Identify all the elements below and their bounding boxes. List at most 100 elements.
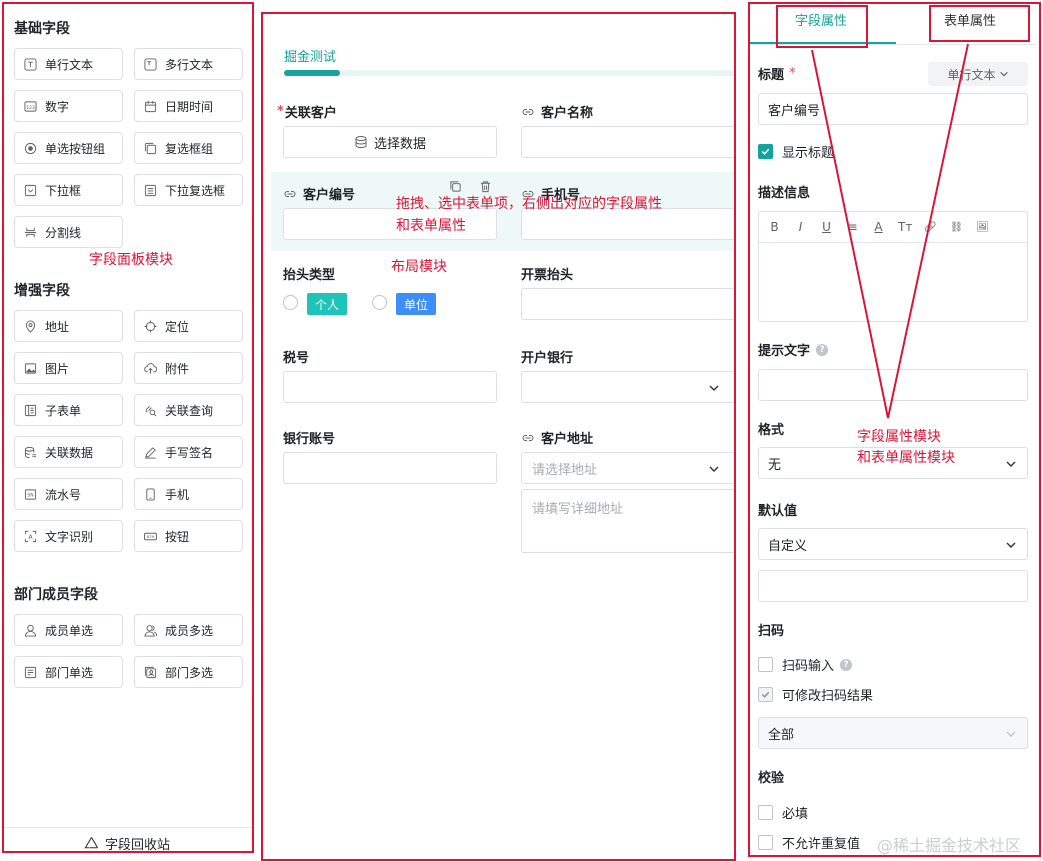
label-text: 关联客户 xyxy=(284,106,337,121)
default-value-select[interactable]: 自定义 xyxy=(758,528,1028,560)
field-dropdown[interactable]: 下拉框 xyxy=(14,174,123,206)
field-label: 下拉复选框 xyxy=(165,183,226,198)
recycle-icon xyxy=(84,837,99,849)
font-color-icon[interactable]: A xyxy=(872,220,885,234)
field-label: 部门单选 xyxy=(45,665,94,680)
field-multi-line-text[interactable]: 多行文本 xyxy=(134,48,243,80)
field-subform[interactable]: 子表单 xyxy=(14,394,123,426)
field-number[interactable]: 123 数字 xyxy=(14,90,123,122)
address-region-select[interactable]: 请选择地址 xyxy=(521,452,736,484)
tab-form-properties[interactable]: 表单属性 xyxy=(944,10,996,29)
field-customer-no-label: 客户编号 xyxy=(283,184,355,203)
checkbox-checked-disabled xyxy=(758,687,773,702)
radio-unit[interactable] xyxy=(372,295,387,310)
field-link-query[interactable]: 关联查询 xyxy=(134,394,243,426)
scan-prop-label: 扫码 xyxy=(758,624,785,639)
bank-select[interactable] xyxy=(521,371,736,403)
field-label: 分割线 xyxy=(45,225,82,240)
scan-modify-checkbox[interactable]: 可修改扫码结果 xyxy=(758,685,873,704)
enhanced-fields-title: 增强字段 xyxy=(14,283,70,299)
description-rich-text-editor[interactable]: B I U ≡ A Tт 🔗 ⛓ 🖼 xyxy=(758,211,1028,322)
field-bank-account-label: 银行账号 xyxy=(283,428,335,447)
unlink-icon[interactable]: ⛓ xyxy=(950,222,963,233)
field-label: 附件 xyxy=(165,361,190,376)
drag-hint-annotation: 拖拽、选中表单项，右侧出对应的字段属性 和表单属性 xyxy=(396,196,662,234)
scrollbar[interactable] xyxy=(1037,0,1042,861)
strikethrough-icon[interactable]: ≡ xyxy=(846,220,859,234)
editor-toolbar: B I U ≡ A Tт 🔗 ⛓ 🖼 xyxy=(759,212,1027,243)
field-single-line-text[interactable]: 单行文本 xyxy=(14,48,123,80)
default-value-input[interactable] xyxy=(758,570,1028,602)
help-icon[interactable]: ? xyxy=(816,343,829,356)
field-ocr[interactable]: A 文字识别 xyxy=(14,520,123,552)
field-radio-group[interactable]: 单选按钮组 xyxy=(14,132,123,164)
form-tab-active[interactable]: 掘金测试 xyxy=(284,46,336,65)
field-datetime[interactable]: 日期时间 xyxy=(134,90,243,122)
watermark: @稀土掘金技术社区 xyxy=(877,836,1022,855)
field-attachment[interactable]: 附件 xyxy=(134,352,243,384)
radio-icon xyxy=(24,142,37,155)
hint-text-input[interactable] xyxy=(758,369,1028,401)
required-checkbox[interactable]: 必填 xyxy=(758,803,808,822)
field-member-single[interactable]: 成员单选 xyxy=(14,614,123,646)
field-label: 子表单 xyxy=(45,403,82,418)
checkbox-unchecked xyxy=(758,805,773,820)
title-input[interactable]: 客户编号 xyxy=(758,93,1028,125)
scan-scope-select[interactable]: 全部 xyxy=(758,717,1028,749)
field-address[interactable]: 地址 xyxy=(14,310,123,342)
upload-cloud-icon xyxy=(144,362,157,375)
bold-icon[interactable]: B xyxy=(768,220,781,234)
help-icon[interactable]: ? xyxy=(840,658,853,671)
field-label: 文字识别 xyxy=(45,529,94,544)
tab-field-properties[interactable]: 字段属性 xyxy=(795,10,847,29)
pen-icon xyxy=(144,446,157,459)
underline-icon[interactable]: U xyxy=(820,220,833,234)
field-image[interactable]: 图片 xyxy=(14,352,123,384)
label-text: 标题 xyxy=(758,68,785,83)
field-divider[interactable]: 分割线 xyxy=(14,216,123,248)
field-related-data[interactable]: 关联数据 xyxy=(14,436,123,468)
props-panel-annotation: 字段属性模块 和表单属性模块 xyxy=(857,429,955,466)
field-type-dropdown[interactable]: 单行文本 xyxy=(928,62,1028,86)
no-duplicate-checkbox[interactable]: 不允许重复值 xyxy=(758,833,860,852)
field-recycle-bin[interactable]: 字段回收站 xyxy=(1,827,253,859)
required-mark: * xyxy=(277,104,284,119)
label-text: 客户地址 xyxy=(541,432,594,447)
single-line-text-icon xyxy=(24,57,37,71)
select-data-button[interactable]: 选择数据 xyxy=(283,126,497,158)
italic-icon[interactable]: I xyxy=(794,220,807,234)
field-button[interactable]: BTN 按钮 xyxy=(134,520,243,552)
field-checkbox-group[interactable]: 复选框组 xyxy=(134,132,243,164)
link-search-icon xyxy=(144,404,157,417)
image-icon[interactable]: 🖼 xyxy=(976,222,989,233)
tab-active-indicator xyxy=(284,70,340,76)
field-mobile[interactable]: 手机 xyxy=(134,478,243,510)
svg-text:BTN: BTN xyxy=(147,535,155,539)
bank-account-input[interactable] xyxy=(283,452,497,484)
chevron-down-icon xyxy=(709,385,719,391)
field-member-multi[interactable]: 成员多选 xyxy=(134,614,243,646)
field-dept-single[interactable]: 部门单选 xyxy=(14,656,123,688)
invoice-header-input[interactable] xyxy=(521,288,736,320)
field-address-label: 客户地址 xyxy=(521,428,593,447)
scan-input-checkbox[interactable]: 扫码输入 ? xyxy=(758,655,853,674)
field-location[interactable]: 定位 xyxy=(134,310,243,342)
show-title-checkbox[interactable]: 显示标题 xyxy=(758,142,834,161)
crosshair-icon xyxy=(144,319,157,333)
font-size-icon[interactable]: Tт xyxy=(898,220,912,234)
field-panel-annotation: 字段面板模块 xyxy=(89,252,173,268)
tax-no-input[interactable] xyxy=(283,371,497,403)
calendar-icon xyxy=(144,100,157,113)
checkbox-unchecked xyxy=(758,657,773,672)
address-detail-textarea[interactable]: 请填写详细地址 xyxy=(521,489,736,553)
field-dept-multi[interactable]: 部门多选 xyxy=(134,656,243,688)
select-data-label: 选择数据 xyxy=(373,136,426,152)
field-signature[interactable]: 手写签名 xyxy=(134,436,243,468)
field-label: 关联查询 xyxy=(165,403,214,418)
radio-personal[interactable] xyxy=(283,295,298,310)
customer-name-input[interactable] xyxy=(521,126,736,158)
field-serial-number[interactable]: SN 流水号 xyxy=(14,478,123,510)
field-bank-label: 开户银行 xyxy=(521,347,573,366)
field-dropdown-checkbox[interactable]: 下拉复选框 xyxy=(134,174,243,206)
link-icon[interactable]: 🔗 xyxy=(924,222,937,233)
